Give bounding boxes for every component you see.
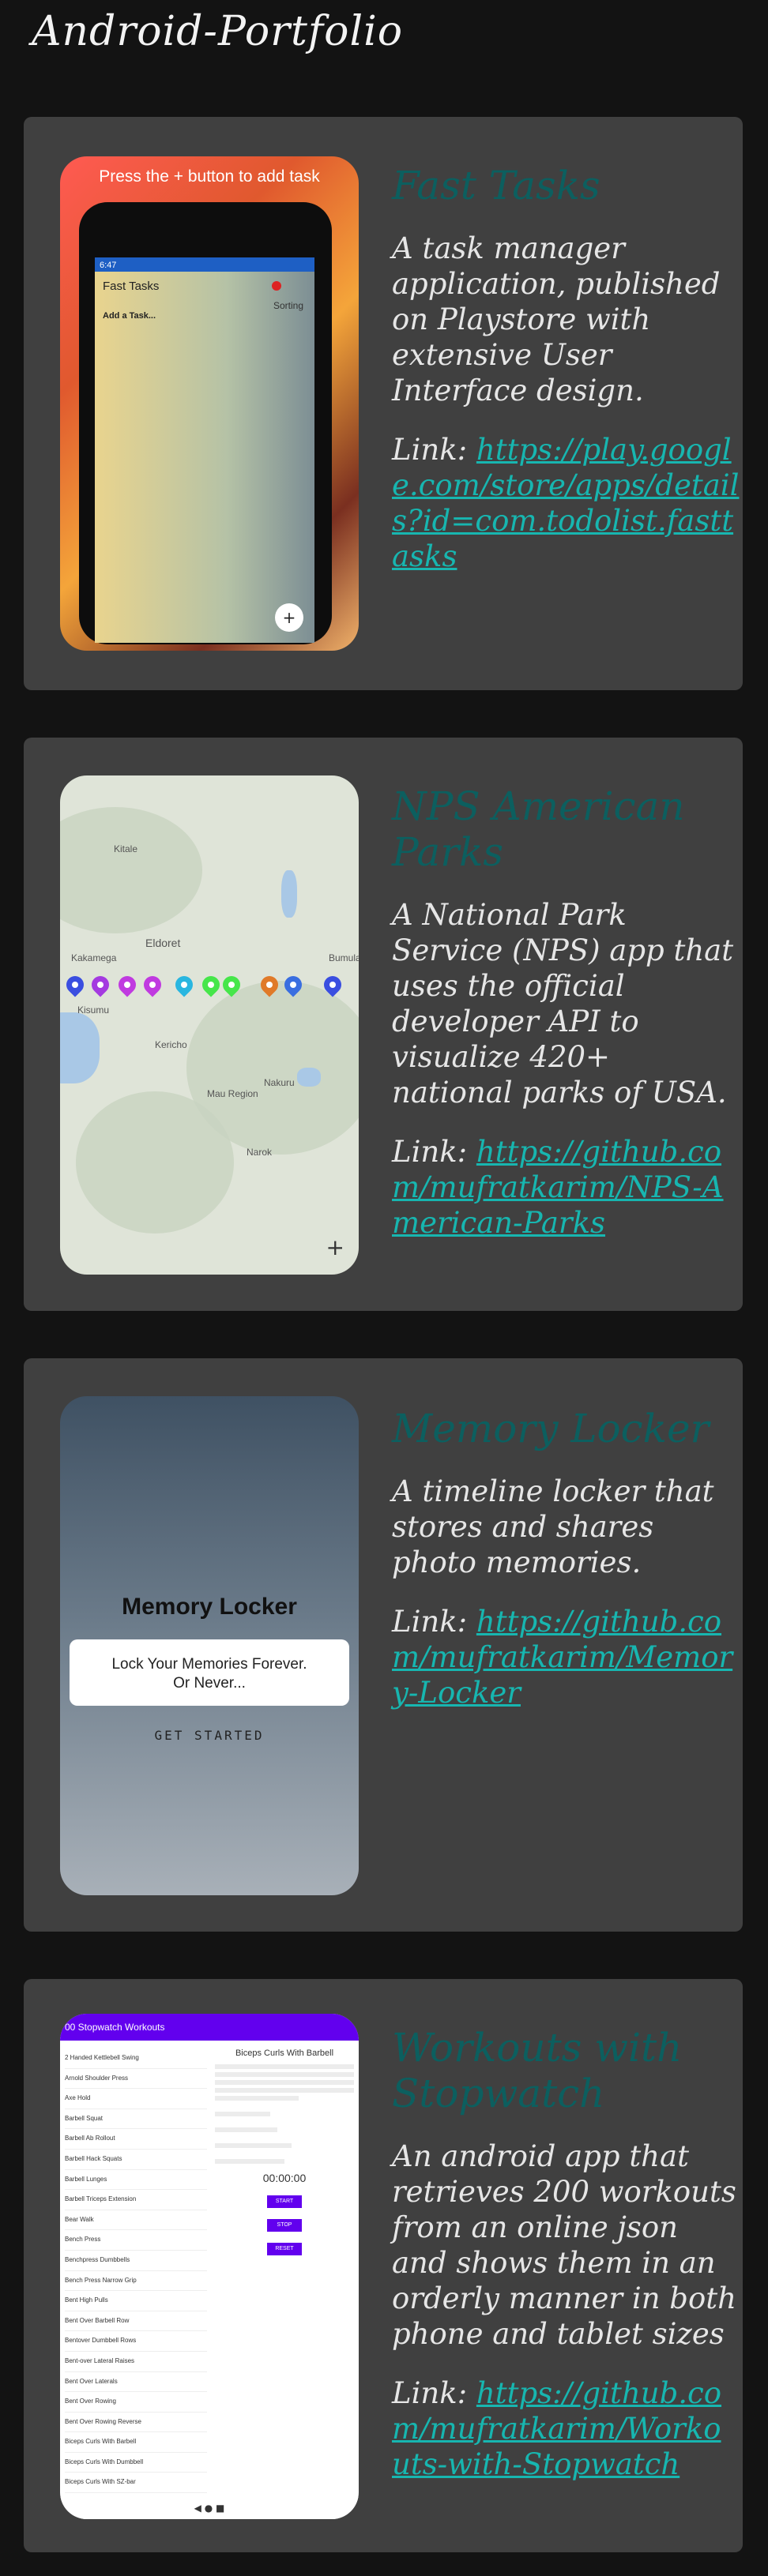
link-prefix: Link: bbox=[392, 1605, 476, 1639]
project-card-workouts: 00 Stopwatch Workouts 2 Handed Kettlebel… bbox=[24, 1979, 743, 2552]
map-label: Eldoret bbox=[145, 937, 181, 949]
project-link-row: Link: https://github.com/mufratkarim/Mem… bbox=[392, 1604, 740, 1710]
record-icon bbox=[272, 281, 281, 291]
stop-button[interactable]: STOP bbox=[267, 2219, 302, 2232]
project-info: Workouts with Stopwatch An android app t… bbox=[392, 2025, 740, 2482]
map-label: Kakamega bbox=[71, 952, 117, 963]
list-item[interactable]: Barbell Hack Squats bbox=[65, 2150, 207, 2170]
map-label: Narok bbox=[247, 1147, 273, 1158]
workout-list: 2 Handed Kettlebell Swing Arnold Shoulde… bbox=[65, 2048, 207, 2514]
system-nav-bar[interactable]: ◀ ● ■ bbox=[60, 2497, 359, 2519]
list-item[interactable]: Barbell Lunges bbox=[65, 2170, 207, 2191]
fast-tasks-screenshot: Press the + button to add task 6:47 Fast… bbox=[60, 156, 359, 651]
project-link-row: Link: https://github.com/mufratkarim/Wor… bbox=[392, 2375, 740, 2482]
page-title: Android-Portfolio bbox=[32, 8, 404, 55]
project-title: Workouts with Stopwatch bbox=[392, 2025, 683, 2116]
project-card-memory-locker: Memory Locker Lock Your Memories Forever… bbox=[24, 1358, 743, 1932]
app-bar: 00 Stopwatch Workouts bbox=[60, 2014, 359, 2041]
text-placeholder bbox=[215, 2072, 354, 2077]
text-placeholder bbox=[215, 2143, 292, 2148]
list-item[interactable]: Axe Hold bbox=[65, 2089, 207, 2109]
project-title: Memory Locker bbox=[392, 1406, 710, 1451]
map-label: Kericho bbox=[155, 1039, 187, 1050]
list-item[interactable]: Barbell Triceps Extension bbox=[65, 2190, 207, 2210]
list-item[interactable]: 2 Handed Kettlebell Swing bbox=[65, 2048, 207, 2069]
project-link-row: Link: https://github.com/mufratkarim/NPS… bbox=[392, 1134, 740, 1241]
project-title: NPS American Parks bbox=[392, 783, 685, 875]
project-description: An android app that retrieves 200 workou… bbox=[392, 2139, 736, 2351]
list-item[interactable]: Bench Press bbox=[65, 2230, 207, 2251]
sorting-label: Sorting bbox=[273, 300, 303, 311]
tagline-line: Lock Your Memories Forever. bbox=[111, 1656, 307, 1673]
project-card-fast-tasks: Press the + button to add task 6:47 Fast… bbox=[24, 117, 743, 690]
map-label: Kitale bbox=[114, 843, 138, 854]
list-item[interactable]: Arnold Shoulder Press bbox=[65, 2069, 207, 2090]
get-started-button[interactable]: GET STARTED bbox=[60, 1728, 359, 1743]
list-item[interactable]: Bent-over Lateral Raises bbox=[65, 2352, 207, 2372]
map-label: Bumula bbox=[329, 952, 359, 963]
text-placeholder bbox=[215, 2088, 354, 2093]
lake-shape bbox=[297, 1068, 321, 1087]
list-item[interactable]: Bear Walk bbox=[65, 2210, 207, 2231]
phone-screen: Fast Tasks Sorting Add a Task... + bbox=[95, 272, 314, 643]
list-item[interactable]: Bent Over Laterals bbox=[65, 2372, 207, 2393]
workouts-screenshot: 00 Stopwatch Workouts 2 Handed Kettlebel… bbox=[60, 2014, 359, 2519]
text-placeholder bbox=[215, 2127, 278, 2132]
list-item[interactable]: Bent Over Barbell Row bbox=[65, 2311, 207, 2332]
project-description: A timeline locker that stores and shares… bbox=[392, 1474, 714, 1579]
list-item[interactable]: Biceps Curls With Dumbbell bbox=[65, 2453, 207, 2473]
list-item[interactable]: Bent High Pulls bbox=[65, 2291, 207, 2311]
list-item[interactable]: Barbell Squat bbox=[65, 2109, 207, 2130]
link-prefix: Link: bbox=[392, 1135, 476, 1169]
map-label: Kisumu bbox=[77, 1004, 110, 1016]
phone-frame: 6:47 Fast Tasks Sorting Add a Task... + bbox=[79, 202, 332, 644]
project-link-row: Link: https://play.google.com/store/apps… bbox=[392, 432, 740, 574]
map-label: Mau Region bbox=[207, 1088, 258, 1099]
zoom-in-icon[interactable]: + bbox=[326, 1234, 344, 1260]
text-placeholder bbox=[215, 2112, 271, 2116]
tagline-line: Or Never... bbox=[173, 1675, 246, 1692]
lake-shape bbox=[60, 1012, 100, 1083]
app-title: Memory Locker bbox=[122, 1594, 297, 1620]
list-item[interactable]: Bent Over Rowing bbox=[65, 2392, 207, 2413]
detail-title: Biceps Curls With Barbell bbox=[235, 2048, 334, 2058]
project-info: Memory Locker A timeline locker that sto… bbox=[392, 1406, 740, 1710]
app-title: Fast Tasks bbox=[103, 280, 160, 293]
add-task-field: Add a Task... bbox=[103, 311, 156, 321]
tagline-box: Lock Your Memories Forever. Or Never... bbox=[70, 1639, 349, 1706]
nps-map-screenshot: Kitale Eldoret Nakuru Mau Region Bumula … bbox=[60, 775, 359, 1275]
project-description: A task manager application, published on… bbox=[392, 231, 721, 407]
list-item[interactable]: Bent Over Rowing Reverse bbox=[65, 2413, 207, 2433]
fast-tasks-hint: Press the + button to add task bbox=[99, 167, 320, 186]
status-bar: 6:47 bbox=[95, 257, 314, 273]
text-placeholder bbox=[215, 2159, 284, 2164]
list-item[interactable]: Bench Press Narrow Grip bbox=[65, 2271, 207, 2292]
timer-display: 00:00:00 bbox=[262, 2172, 307, 2184]
reset-button[interactable]: RESET bbox=[267, 2243, 302, 2255]
add-fab-icon: + bbox=[275, 603, 303, 632]
text-placeholder bbox=[215, 2096, 299, 2101]
workout-detail: Biceps Curls With Barbell 00:00:00 START… bbox=[215, 2048, 354, 2266]
list-item[interactable]: Bentover Dumbbell Rows bbox=[65, 2331, 207, 2352]
memory-locker-screenshot: Memory Locker Lock Your Memories Forever… bbox=[60, 1396, 359, 1895]
project-info: NPS American Parks A National Park Servi… bbox=[392, 783, 740, 1241]
project-description: A National Park Service (NPS) app that u… bbox=[392, 898, 734, 1110]
text-placeholder bbox=[215, 2080, 354, 2085]
link-prefix: Link: bbox=[392, 2376, 476, 2410]
project-title: Fast Tasks bbox=[392, 163, 600, 208]
list-item[interactable]: Benchpress Dumbbells bbox=[65, 2251, 207, 2271]
project-info: Fast Tasks A task manager application, p… bbox=[392, 163, 740, 574]
link-prefix: Link: bbox=[392, 433, 476, 467]
list-item[interactable]: Barbell Ab Rollout bbox=[65, 2129, 207, 2150]
map-label: Nakuru bbox=[264, 1077, 295, 1088]
list-item[interactable]: Biceps Curls With Barbell bbox=[65, 2432, 207, 2453]
text-placeholder bbox=[215, 2064, 354, 2069]
start-button[interactable]: START bbox=[267, 2195, 302, 2208]
lake-shape bbox=[281, 870, 297, 918]
project-card-nps-american-parks: Kitale Eldoret Nakuru Mau Region Bumula … bbox=[24, 738, 743, 1311]
list-item[interactable]: Biceps Curls With SZ-bar bbox=[65, 2473, 207, 2494]
